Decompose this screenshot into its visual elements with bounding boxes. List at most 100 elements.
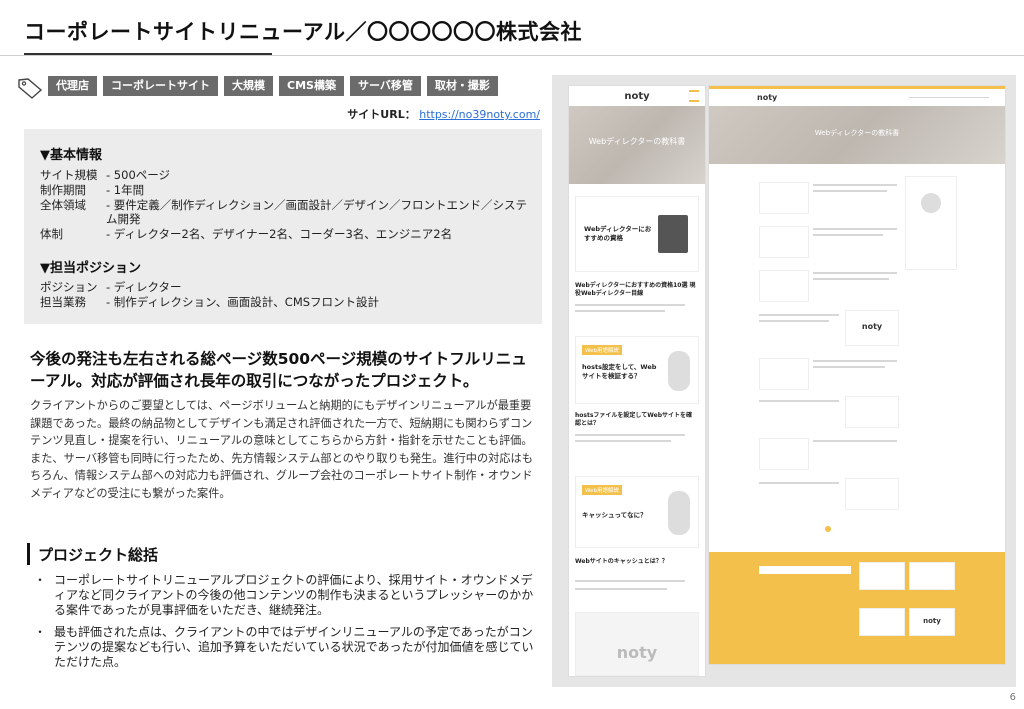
basic-info-heading: ▼基本情報 — [40, 148, 102, 163]
nav-line — [909, 97, 989, 98]
desktop-post-thumb — [759, 182, 809, 214]
footer-logo: noty — [923, 617, 941, 625]
mobile-logo: noty — [624, 91, 650, 102]
info-row: ポジション - ディレクター — [40, 280, 534, 294]
person-icon — [668, 351, 690, 391]
info-value: - 要件定義／制作ディレクション／画面設計／デザイン／フロントエンド／システム開… — [106, 198, 527, 226]
info-row: 制作期間 - 1年間 — [40, 183, 534, 197]
mobile-footer-logo: noty — [616, 643, 658, 662]
tag: 大規模 — [224, 76, 273, 96]
body-text: クライアントからのご要望としては、ページボリュームと納期的にもデザインリニューア… — [30, 397, 534, 502]
pagination-dot — [825, 526, 831, 532]
page-title: コーポレートサイトリニューアル／〇〇〇〇〇〇株式会社 — [24, 20, 582, 44]
site-url-link[interactable]: https://no39noty.com/ — [419, 108, 540, 121]
mobile-screenshot: noty Webディレクターの教科書 Webディレクターにおすすめの資格 Web… — [568, 85, 706, 677]
text-line — [759, 314, 839, 316]
page-number: 6 — [1009, 692, 1016, 703]
tag-list: 代理店 コーポレートサイト 大規模 CMS構築 サーバ移管 取材・撮影 — [48, 76, 498, 96]
info-row: 体制 - ディレクター2名、デザイナー2名、コーダー3名、エンジニア2名 — [40, 227, 534, 241]
mobile-card: noty — [575, 612, 699, 676]
info-value: - ディレクター2名、デザイナー2名、コーダー3名、エンジニア2名 — [106, 227, 453, 241]
text-line — [759, 320, 829, 322]
desktop-logo: noty — [757, 93, 778, 102]
text-line — [813, 272, 897, 274]
tag: コーポレートサイト — [103, 76, 218, 96]
text-line — [813, 360, 897, 362]
summary-item: コーポレートサイトリニューアルプロジェクトの評価により、採用サイト・オウンドメデ… — [34, 573, 536, 618]
desktop-sidebar-profile — [905, 176, 957, 270]
text-line — [575, 588, 667, 590]
text-line — [759, 400, 839, 402]
person-icon — [668, 491, 690, 535]
mobile-card-title: hosts設定をして、Webサイトを検証する？ — [582, 363, 657, 380]
desktop-post-thumb: noty — [845, 310, 899, 346]
title-underline — [0, 55, 1024, 56]
text-line — [813, 190, 887, 192]
desktop-footer: noty — [709, 552, 1005, 664]
desktop-hero: Webディレクターの教科書 — [709, 106, 1005, 164]
mobile-article-title: Webサイトのキャッシュとは？？ — [575, 558, 668, 565]
info-value: - ディレクター — [106, 280, 182, 294]
body-paragraph: クライアントからのご要望としては、ページボリュームと納期的にもデザインリニューア… — [30, 399, 533, 447]
book-icon — [658, 215, 688, 253]
info-value: - 制作ディレクション、画面設計、CMSフロント設計 — [106, 295, 380, 309]
mobile-badge: Web用語解説 — [582, 485, 622, 495]
site-url-row: サイトURL： https://no39noty.com/ — [347, 106, 540, 122]
info-key: サイト規模 — [40, 168, 98, 182]
summary-item: 最も評価された点は、クライアントの中ではデザインリニューアルの予定であったがコン… — [34, 625, 536, 670]
text-line — [813, 366, 885, 368]
text-line — [575, 434, 685, 436]
info-key: 体制 — [40, 227, 63, 241]
info-row: サイト規模 - 500ページ — [40, 168, 534, 182]
text-line — [813, 234, 883, 236]
summary-accent-bar — [27, 543, 30, 565]
top-accent-bar — [709, 86, 1005, 89]
info-box: ▼基本情報 サイト規模 - 500ページ 制作期間 - 1年間 全体領域 - 要… — [24, 129, 542, 324]
body-paragraph: また、サーバ移管も同時に行ったため、先方情報システム部とのやり取りも発生。進行中… — [30, 451, 533, 500]
desktop-post-logo: noty — [861, 322, 883, 331]
summary-heading: プロジェクト総括 — [38, 546, 159, 564]
mobile-article-title: hostsファイルを設定してWebサイトを確認とは？ — [575, 412, 692, 427]
text-line — [759, 482, 839, 484]
desktop-post-thumb — [759, 226, 809, 258]
site-url-label: サイトURL： — [347, 108, 416, 121]
menu-icon — [689, 90, 699, 102]
info-row: 担当業務 - 制作ディレクション、画面設計、CMSフロント設計 — [40, 295, 534, 309]
position-heading: ▼担当ポジション — [40, 261, 141, 276]
text-line — [575, 304, 685, 306]
info-key: 全体領域 — [40, 198, 86, 212]
footer-card — [859, 562, 905, 590]
desktop-hero-title: Webディレクターの教科書 — [814, 129, 900, 137]
tag: サーバ移管 — [349, 76, 421, 96]
text-line — [813, 278, 889, 280]
desktop-post-thumb — [845, 396, 899, 428]
footer-card — [909, 562, 955, 590]
text-line — [575, 310, 665, 312]
mobile-badge: Web用語解説 — [582, 345, 622, 355]
tag: CMS構築 — [279, 76, 344, 96]
headline: 今後の発注も左右される総ページ数500ページ規模のサイトフルリニューアル。対応が… — [30, 350, 527, 390]
footer-card: noty — [909, 608, 955, 636]
title-accent-line — [24, 53, 272, 55]
desktop-post-thumb — [759, 358, 809, 390]
text-line — [575, 440, 671, 442]
tag: 取材・撮影 — [426, 76, 498, 96]
desktop-post-thumb — [759, 438, 809, 470]
mobile-card: Webディレクターにおすすめの資格 — [575, 196, 699, 272]
mobile-card-title: キャッシュってなに？ — [582, 511, 647, 519]
desktop-screenshot: noty Webディレクターの教科書 noty noty — [708, 85, 1006, 665]
mobile-hero: Webディレクターの教科書 — [569, 106, 705, 184]
mobile-card: Web用語解説 hosts設定をして、Webサイトを検証する？ — [575, 336, 699, 404]
text-line — [813, 184, 897, 186]
text-line — [813, 440, 897, 442]
info-value: - 500ページ — [106, 168, 171, 182]
text-line — [813, 228, 897, 230]
tag: 代理店 — [48, 76, 97, 96]
mobile-card: Web用語解説 キャッシュってなに？ — [575, 476, 699, 548]
tag-icon — [18, 78, 43, 99]
desktop-post-thumb — [759, 270, 809, 302]
footer-card — [859, 608, 905, 636]
info-value: - 1年間 — [106, 183, 145, 197]
text-line — [575, 580, 685, 582]
desktop-post-thumb — [845, 478, 899, 510]
